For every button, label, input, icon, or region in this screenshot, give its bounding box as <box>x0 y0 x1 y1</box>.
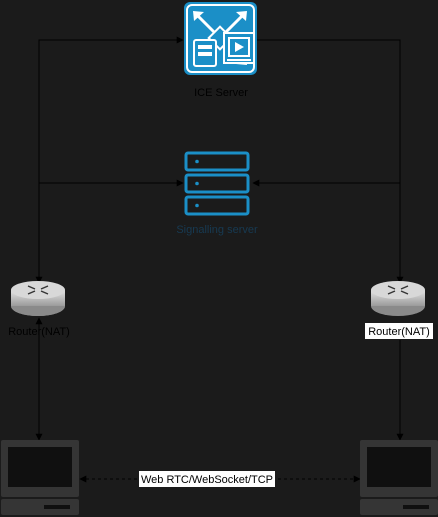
edge-router-right-ice <box>257 39 404 284</box>
peer-link-label: Web RTC/WebSocket/TCP <box>141 474 273 486</box>
network-diagram: ICE Server Signalling server Router(NAT) <box>1 2 438 515</box>
ice-server-label: ICE Server <box>194 87 248 99</box>
edge-router-left-ice <box>35 36 184 284</box>
computer-left-icon <box>1 440 79 515</box>
signalling-server-label: Signalling server <box>176 224 258 236</box>
router-left-label: Router(NAT) <box>8 326 70 338</box>
computer-right-icon <box>360 440 438 515</box>
router-left-icon <box>11 281 65 316</box>
server-rack-icon <box>184 151 250 216</box>
router-right-icon <box>371 281 425 316</box>
connectors <box>35 36 404 483</box>
router-right-label: Router(NAT) <box>368 326 430 338</box>
ice-server-icon <box>184 2 257 75</box>
